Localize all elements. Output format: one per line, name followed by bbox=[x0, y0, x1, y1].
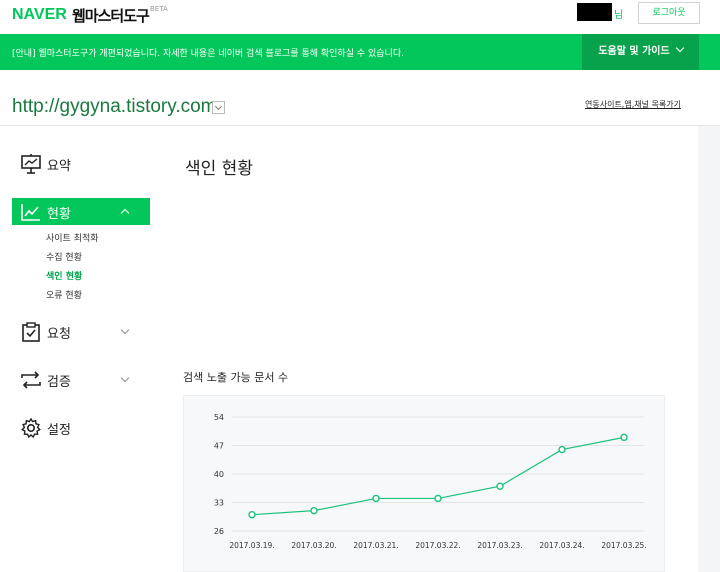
sync-arrows-icon bbox=[21, 371, 41, 389]
site-dropdown-toggle[interactable] bbox=[212, 101, 225, 114]
user-name-redacted bbox=[577, 3, 612, 21]
data-point bbox=[434, 494, 442, 503]
beta-badge: BETA bbox=[150, 5, 168, 13]
sidebar-item-request[interactable]: 요청 bbox=[12, 318, 150, 345]
chevron-down-icon bbox=[120, 325, 130, 335]
sidebar-item-verify[interactable]: 검증 bbox=[12, 366, 150, 393]
top-header: NAVER 웹마스터도구 BETA 님 로그아웃 bbox=[0, 0, 720, 34]
clipboard-icon bbox=[22, 322, 40, 342]
y-tick-label: 26 bbox=[214, 527, 224, 536]
data-point bbox=[620, 433, 628, 442]
help-guide-label: 도움말 및 가이드 bbox=[598, 46, 670, 57]
data-point bbox=[248, 511, 256, 519]
chart-title: 검색 노출 가능 문서 수 bbox=[183, 371, 289, 384]
gear-icon bbox=[21, 417, 41, 439]
y-tick-label: 54 bbox=[214, 413, 224, 422]
sidebar-item-label: 설정 bbox=[47, 423, 71, 438]
logout-button[interactable]: 로그아웃 bbox=[638, 2, 700, 24]
notice-text: [안내] 웹마스터도구가 개편되었습니다. 자세한 내용은 네이버 검색 블로그… bbox=[12, 49, 404, 59]
x-tick-label: 2017.03.19. bbox=[229, 541, 274, 550]
sidebar-subitem-index-status[interactable]: 색인 현황 bbox=[46, 269, 82, 282]
chevron-up-icon bbox=[120, 208, 130, 218]
chevron-down-icon bbox=[120, 373, 130, 383]
chart-container: 26 33 40 47 54 2017.03.19. 2017.03.20. 2017.03.… bbox=[183, 395, 665, 572]
sidebar-item-status[interactable]: 현황 bbox=[12, 198, 150, 225]
data-point bbox=[372, 494, 380, 503]
data-point bbox=[558, 445, 566, 454]
sidebar-item-label: 현황 bbox=[47, 207, 71, 222]
sidebar-item-label: 요약 bbox=[47, 159, 71, 174]
site-list-link[interactable]: 연동사이트,앱,채널 목록가기 bbox=[585, 99, 681, 110]
site-selector-row: http://gygyna.tistory.com 연동사이트,앱,채널 목록가… bbox=[0, 70, 720, 126]
y-tick-label: 47 bbox=[214, 442, 224, 451]
page-title: 색인 현황 bbox=[185, 159, 253, 179]
sidebar-subitem-error-status[interactable]: 오류 현황 bbox=[46, 288, 82, 301]
sidebar-item-label: 요청 bbox=[47, 327, 71, 342]
x-tick-label: 2017.03.22. bbox=[415, 541, 460, 550]
service-title[interactable]: 웹마스터도구 bbox=[72, 5, 150, 26]
sidebar-subitem-crawl-status[interactable]: 수집 현황 bbox=[46, 250, 82, 263]
series-line bbox=[251, 436, 625, 516]
line-chart: 26 33 40 47 54 2017.03.19. 2017.03.20. 2017.03.… bbox=[214, 413, 647, 550]
y-tick-label: 40 bbox=[214, 470, 224, 479]
site-url[interactable]: http://gygyna.tistory.com bbox=[12, 96, 217, 118]
x-tick-label: 2017.03.20. bbox=[291, 541, 336, 550]
notice-bar: [안내] 웹마스터도구가 개편되었습니다. 자세한 내용은 네이버 검색 블로그… bbox=[0, 34, 720, 70]
trend-chart-icon bbox=[21, 204, 40, 221]
sidebar bbox=[0, 126, 150, 572]
x-tick-label: 2017.03.24. bbox=[539, 541, 584, 550]
data-point bbox=[496, 482, 504, 490]
user-suffix: 님 bbox=[614, 10, 624, 21]
x-tick-label: 2017.03.25. bbox=[601, 541, 646, 550]
x-tick-label: 2017.03.21. bbox=[353, 541, 398, 550]
presentation-board-icon bbox=[21, 154, 41, 174]
sidebar-subitem-site-optimization[interactable]: 사이트 최적화 bbox=[46, 231, 99, 244]
x-tick-label: 2017.03.23. bbox=[477, 541, 522, 550]
help-guide-button[interactable]: 도움말 및 가이드 bbox=[582, 34, 699, 70]
sidebar-item-summary[interactable]: 요약 bbox=[12, 150, 150, 177]
y-tick-label: 33 bbox=[214, 499, 224, 508]
sidebar-item-label: 검증 bbox=[47, 375, 71, 390]
chevron-down-icon bbox=[675, 43, 684, 53]
naver-logo[interactable]: NAVER bbox=[12, 6, 67, 24]
sidebar-item-settings[interactable]: 설정 bbox=[12, 414, 150, 441]
data-point bbox=[310, 506, 318, 515]
